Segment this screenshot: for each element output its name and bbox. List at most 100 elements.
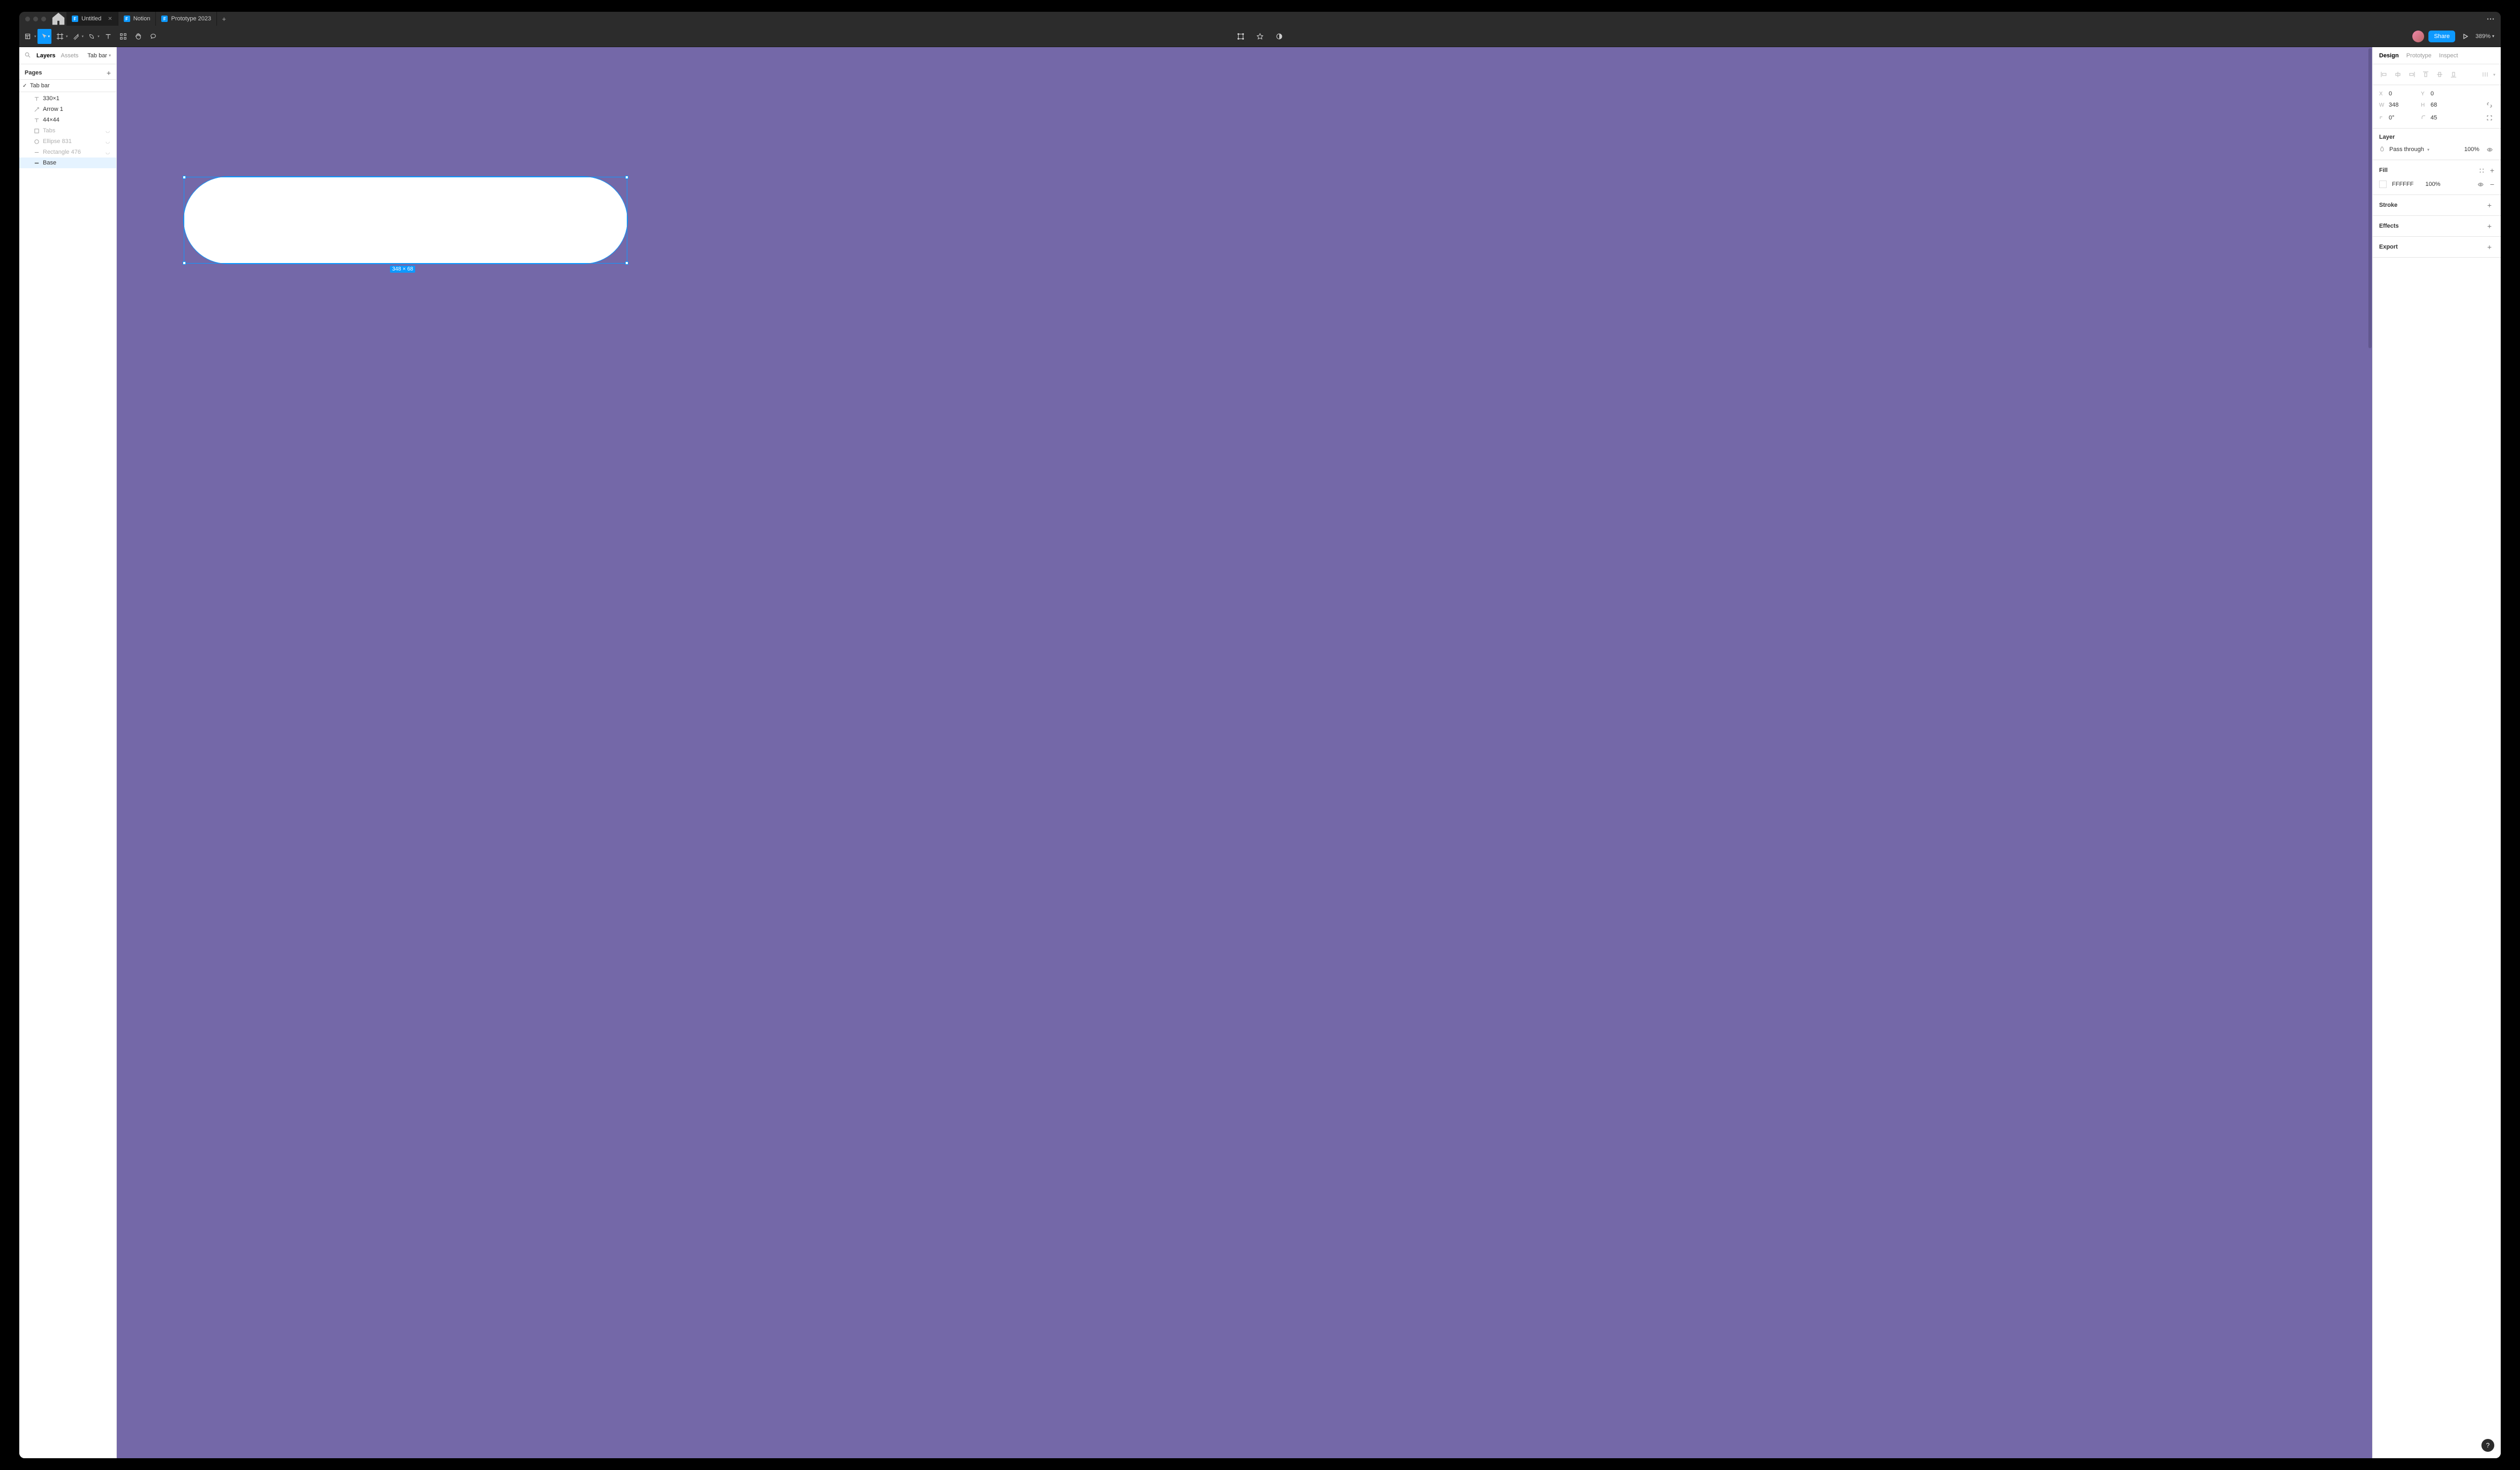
main-menu-tool[interactable] [21,29,35,44]
shape-tool[interactable] [85,29,99,44]
visibility-toggle-icon[interactable] [2485,145,2494,154]
align-right-button[interactable] [2406,69,2418,80]
canvas[interactable]: 348 × 68 [117,47,2372,1458]
layer-item[interactable]: Rectangle 476 ◡ [19,147,116,158]
traffic-minimize-icon[interactable] [33,17,38,21]
inspect-tab[interactable]: Inspect [2439,52,2458,59]
close-icon[interactable]: ✕ [108,16,112,22]
help-button[interactable]: ? [2481,1439,2494,1452]
scrollbar-vertical[interactable] [2368,48,2372,348]
line-layer-icon [33,149,40,155]
fill-hex-input[interactable]: FFFFFF [2392,181,2413,188]
layer-item[interactable]: 44×44 [19,115,116,125]
remove-fill-button[interactable]: − [2490,180,2494,189]
traffic-zoom-icon[interactable] [41,17,46,21]
page-filter-dropdown[interactable]: Tab bar ▾ [87,52,111,59]
hand-tool[interactable] [131,29,146,44]
file-tab-notion[interactable]: F Notion [118,12,156,26]
align-top-button[interactable] [2420,69,2432,80]
w-input[interactable]: 348 [2389,102,2419,108]
resize-handle-nw[interactable] [183,176,186,179]
align-vcenter-button[interactable] [2434,69,2446,80]
layer-item[interactable]: Arrow 1 [19,104,116,115]
layer-item[interactable]: 330×1 [19,93,116,104]
resources-tool[interactable] [116,29,131,44]
export-section-title: Export [2379,244,2398,250]
mask-tool[interactable] [1252,29,1268,44]
share-button[interactable]: Share [2428,31,2455,42]
new-tab-button[interactable]: + [217,15,231,23]
page-item[interactable]: Tab bar [19,80,116,92]
layer-item[interactable]: Tabs ◡ [19,125,116,136]
file-tab-prototype[interactable]: F Prototype 2023 [156,12,217,26]
pen-tool[interactable] [69,29,83,44]
assets-tab[interactable]: Assets [61,52,78,59]
corner-radius-input[interactable]: 45 [2431,115,2461,121]
resize-handle-sw[interactable] [183,261,186,265]
layer-section-title: Layer [2379,134,2494,140]
add-effect-button[interactable]: + [2485,221,2494,231]
window-controls[interactable] [19,17,46,21]
opacity-input[interactable]: 100% [2464,146,2479,153]
align-left-button[interactable] [2378,69,2390,80]
fill-section-title: Fill [2379,167,2388,174]
layer-label: Ellipse 831 [43,138,72,145]
component-tool[interactable] [1233,29,1248,44]
constrain-proportions-icon[interactable] [2485,100,2494,110]
file-tab-untitled[interactable]: F Untitled ✕ [66,12,118,26]
design-tab[interactable]: Design [2379,52,2399,59]
y-input[interactable]: 0 [2431,91,2461,97]
layer-item-selected[interactable]: Base [19,158,116,168]
text-tool[interactable] [101,29,116,44]
chevron-down-icon[interactable]: ▾ [48,34,50,39]
rotation-input[interactable]: 0° [2389,115,2419,121]
fill-opacity-input[interactable]: 100% [2425,181,2440,188]
chevron-down-icon: ▾ [2492,34,2494,39]
layers-tab[interactable]: Layers [36,52,55,59]
h-label: H [2421,102,2428,108]
page-label: Tab bar [30,82,50,89]
layer-item[interactable]: Ellipse 831 ◡ [19,136,116,147]
style-icon[interactable] [2477,166,2487,175]
align-hcenter-button[interactable] [2392,69,2404,80]
dimension-label: 348 × 68 [390,266,415,273]
independent-corners-icon[interactable] [2485,113,2494,123]
add-page-button[interactable]: + [107,69,111,77]
add-export-button[interactable]: + [2485,242,2494,252]
comment-tool[interactable] [146,29,161,44]
x-input[interactable]: 0 [2389,91,2419,97]
frame-tool[interactable] [53,29,67,44]
chevron-down-icon[interactable]: ▾ [2493,72,2495,77]
resize-handle-ne[interactable] [625,176,628,179]
fill-visibility-icon[interactable] [2476,179,2486,189]
traffic-close-icon[interactable] [25,17,30,21]
home-button[interactable] [50,12,66,26]
tab-label: Untitled [81,16,101,22]
search-icon[interactable] [25,52,31,59]
add-stroke-button[interactable]: + [2485,200,2494,210]
visibility-icon[interactable]: ◡ [106,139,111,145]
resize-handle-se[interactable] [625,261,628,265]
h-input[interactable]: 68 [2431,102,2461,108]
boolean-tool[interactable] [1272,29,1287,44]
chevron-down-icon: ▾ [2427,147,2429,152]
fill-color-swatch[interactable] [2379,181,2387,188]
prototype-tab[interactable]: Prototype [2406,52,2432,59]
effects-section-title: Effects [2379,223,2399,229]
tidy-up-button[interactable] [2479,69,2491,80]
present-button[interactable] [2459,33,2471,40]
y-label: Y [2421,91,2428,97]
add-fill-button[interactable]: + [2490,166,2494,175]
user-avatar[interactable] [2412,31,2424,42]
blend-mode-icon[interactable] [2379,146,2385,153]
blend-mode-dropdown[interactable]: Pass through [2389,146,2424,153]
zoom-dropdown[interactable]: 389% ▾ [2476,33,2494,40]
pages-heading: Pages [25,70,42,76]
layer-label: Base [43,160,56,166]
visibility-icon[interactable]: ◡ [106,128,111,134]
main-menu-button[interactable] [2482,18,2499,20]
align-bottom-button[interactable] [2448,69,2459,80]
selection-box [184,177,627,264]
visibility-icon[interactable]: ◡ [106,149,111,155]
text-layer-icon [33,117,40,123]
